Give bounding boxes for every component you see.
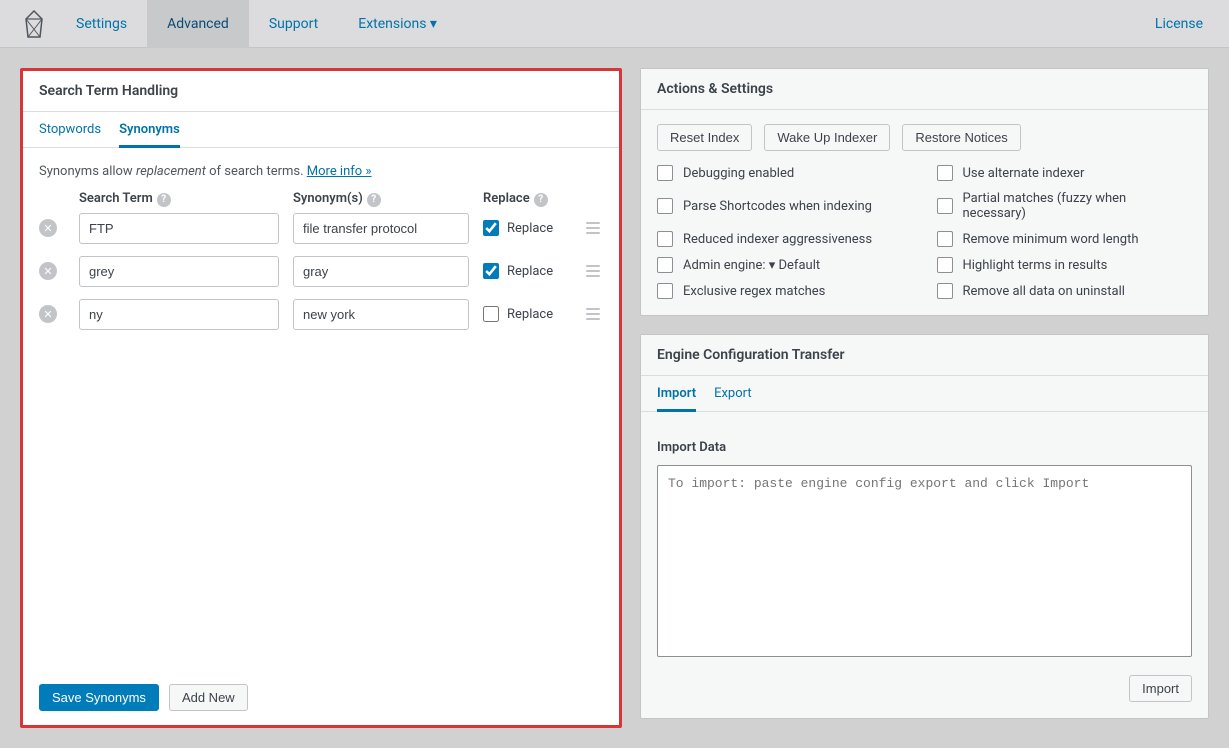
panel-title: Engine Configuration Transfer <box>641 335 1208 376</box>
delete-row-icon[interactable] <box>39 219 57 237</box>
header-replace: Replace <box>483 191 569 207</box>
nav-license[interactable]: License <box>1135 0 1229 48</box>
header-search-term: Search Term <box>79 191 279 207</box>
synonym-row: Replace <box>39 299 603 330</box>
drag-handle-icon[interactable] <box>583 265 603 277</box>
check-reduced-aggressiveness[interactable]: Reduced indexer aggressiveness <box>657 231 913 247</box>
lantern-icon <box>23 10 45 38</box>
synonym-input[interactable] <box>293 299 469 330</box>
replace-toggle[interactable]: Replace <box>483 306 569 322</box>
drag-handle-icon[interactable] <box>583 222 603 234</box>
term-tabs: Stopwords Synonyms <box>23 112 619 148</box>
delete-row-icon[interactable] <box>39 262 57 280</box>
help-icon[interactable] <box>534 193 548 207</box>
actions-panel: Actions & Settings Reset Index Wake Up I… <box>640 68 1209 316</box>
import-data-label: Import Data <box>657 440 1192 455</box>
header-synonyms: Synonym(s) <box>293 191 469 207</box>
replace-toggle[interactable]: Replace <box>483 263 569 279</box>
term-input[interactable] <box>79 213 279 244</box>
import-button[interactable]: Import <box>1129 675 1192 702</box>
synonym-input[interactable] <box>293 213 469 244</box>
top-nav: Settings Advanced Support Extensions ▾ L… <box>0 0 1229 48</box>
check-admin-engine[interactable]: Admin engine: ▾ Default <box>657 257 913 273</box>
replace-label: Replace <box>507 307 553 322</box>
panel-title: Actions & Settings <box>641 69 1208 110</box>
synonym-input[interactable] <box>293 256 469 287</box>
check-exclusive-regex[interactable]: Exclusive regex matches <box>657 283 913 299</box>
replace-checkbox[interactable] <box>483 263 499 279</box>
synonym-row: Replace <box>39 256 603 287</box>
check-alternate-indexer[interactable]: Use alternate indexer <box>937 165 1193 181</box>
nav-extensions[interactable]: Extensions ▾ <box>338 0 457 48</box>
check-debugging[interactable]: Debugging enabled <box>657 165 913 181</box>
help-icon[interactable] <box>367 193 381 207</box>
check-highlight-terms[interactable]: Highlight terms in results <box>937 257 1193 273</box>
check-remove-uninstall[interactable]: Remove all data on uninstall <box>937 283 1193 299</box>
tab-export[interactable]: Export <box>714 376 752 411</box>
replace-checkbox[interactable] <box>483 220 499 236</box>
import-textarea[interactable] <box>657 465 1192 657</box>
add-new-button[interactable]: Add New <box>169 684 248 711</box>
tab-import[interactable]: Import <box>657 376 696 412</box>
synonyms-description: Synonyms allow replacement of search ter… <box>39 164 603 179</box>
tab-stopwords[interactable]: Stopwords <box>39 112 101 147</box>
check-remove-min-length[interactable]: Remove minimum word length <box>937 231 1193 247</box>
term-input[interactable] <box>79 299 279 330</box>
replace-label: Replace <box>507 264 553 279</box>
wake-up-indexer-button[interactable]: Wake Up Indexer <box>764 124 890 151</box>
panel-title: Search Term Handling <box>23 71 619 112</box>
transfer-panel: Engine Configuration Transfer Import Exp… <box>640 334 1209 719</box>
tab-synonyms[interactable]: Synonyms <box>119 112 180 148</box>
more-info-link[interactable]: More info » <box>307 164 372 179</box>
restore-notices-button[interactable]: Restore Notices <box>902 124 1020 151</box>
save-synonyms-button[interactable]: Save Synonyms <box>39 684 159 711</box>
help-icon[interactable] <box>157 193 171 207</box>
replace-checkbox[interactable] <box>483 306 499 322</box>
delete-row-icon[interactable] <box>39 305 57 323</box>
check-partial-matches[interactable]: Partial matches (fuzzy when necessary) <box>937 191 1193 221</box>
search-term-panel: Search Term Handling Stopwords Synonyms … <box>20 68 622 728</box>
replace-toggle[interactable]: Replace <box>483 220 569 236</box>
term-input[interactable] <box>79 256 279 287</box>
nav-settings[interactable]: Settings <box>56 0 147 48</box>
check-parse-shortcodes[interactable]: Parse Shortcodes when indexing <box>657 191 913 221</box>
replace-label: Replace <box>507 221 553 236</box>
drag-handle-icon[interactable] <box>583 308 603 320</box>
transfer-tabs: Import Export <box>641 376 1208 412</box>
reset-index-button[interactable]: Reset Index <box>657 124 752 151</box>
app-logo <box>22 12 46 36</box>
nav-support[interactable]: Support <box>249 0 338 48</box>
synonym-row: Replace <box>39 213 603 244</box>
nav-advanced[interactable]: Advanced <box>147 0 249 48</box>
